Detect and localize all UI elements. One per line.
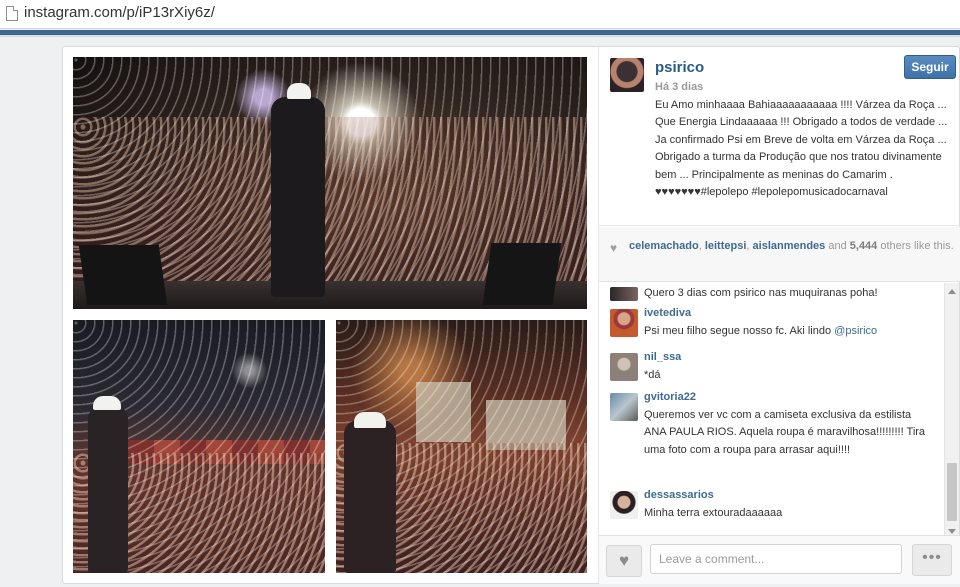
ellipsis-icon: ••• — [922, 549, 942, 566]
caption-tags[interactable]: #lepolepo #lepolepomusicadocarnaval — [701, 186, 888, 198]
photo-crowd-left — [73, 320, 325, 573]
comments-list[interactable]: Quero 3 dias com psirico nas muquiranas … — [599, 283, 944, 523]
post-time[interactable]: Há 3 dias — [655, 81, 703, 93]
like-user[interactable]: aislanmendes — [753, 240, 826, 252]
address-bar[interactable]: instagram.com/p/iP13rXiy6z/ — [0, 0, 960, 29]
performer-cap — [93, 396, 121, 410]
comment-item: ivetediva Psi meu filho segue nosso fc. … — [610, 307, 935, 349]
comment-text: *dá — [644, 369, 661, 381]
divider — [599, 281, 960, 282]
photo-crowd-right — [336, 320, 587, 573]
likes-count[interactable]: 5,444 — [850, 240, 878, 252]
scroll-up-icon[interactable] — [948, 289, 956, 294]
like-user[interactable]: celemachado — [629, 240, 699, 252]
likes-text: celemachado, leittepsi, aislanmendes and… — [629, 239, 954, 254]
comment-input[interactable] — [650, 544, 902, 574]
more-options-button[interactable]: ••• — [912, 544, 952, 576]
performer — [88, 405, 128, 573]
heart-small-icon: ♥ — [610, 241, 618, 255]
comment-username[interactable]: ivetediva — [644, 307, 691, 319]
caption-text: Eu Amo minhaaaa Bahiaaaaaaaaaaa !!!! Vár… — [655, 99, 948, 199]
comment-avatar[interactable] — [610, 491, 638, 519]
comment-item: gvitoria22 Queremos ver vc com a camiset… — [610, 391, 935, 483]
comment-username[interactable]: gvitoria22 — [644, 391, 696, 403]
url-text[interactable]: instagram.com/p/iP13rXiy6z/ — [24, 4, 215, 21]
performer-cap — [354, 412, 386, 428]
comment-avatar[interactable] — [610, 393, 638, 421]
comment-avatar[interactable] — [610, 309, 638, 337]
likes-and: and — [825, 240, 850, 252]
likes-suffix: others like this. — [877, 240, 954, 252]
comment-mention[interactable]: @psirico — [834, 325, 877, 337]
post-caption: Eu Amo minhaaaa Bahiaaaaaaaaaaa !!!! Vár… — [655, 97, 953, 201]
comment-footer: ♥ ••• — [599, 535, 960, 584]
comment-text: Queremos ver vc com a camiseta exclusiva… — [644, 409, 926, 456]
like-user[interactable]: leittepsi — [705, 240, 747, 252]
heart-icon: ♥ — [618, 551, 630, 570]
comment-item: dessassarios Minha terra extouradaaaaaa — [610, 489, 935, 523]
comment-username[interactable]: dessassarios — [644, 489, 714, 501]
comment-item: Quero 3 dias com psirico nas muquiranas … — [610, 287, 935, 305]
header-shadow — [0, 35, 960, 37]
speaker-right — [482, 243, 562, 305]
comments-scrollbar[interactable] — [944, 283, 959, 540]
photo-stage-performance — [73, 57, 587, 309]
post-photo-collage[interactable] — [73, 57, 589, 573]
comment-avatar[interactable] — [610, 287, 638, 301]
post-card: psirico Há 3 dias Seguir Eu Amo minhaaaa… — [62, 46, 960, 584]
comment-text: Quero 3 dias com psirico nas muquiranas … — [644, 287, 878, 299]
performer — [344, 420, 396, 573]
comment-body: Psi meu filho segue nosso fc. Aki lindo — [644, 325, 835, 337]
post-sidebar: psirico Há 3 dias Seguir Eu Amo minhaaaa… — [598, 47, 960, 584]
scroll-down-icon[interactable] — [948, 529, 956, 534]
comment-item: nil_ssa *dá — [610, 351, 935, 393]
page-icon — [6, 6, 18, 21]
likes-section: ♥ celemachado, leittepsi, aislanmendes a… — [599, 227, 960, 281]
comment-avatar[interactable] — [610, 353, 638, 381]
comment-username[interactable]: nil_ssa — [644, 351, 681, 363]
comment-text: Minha terra extouradaaaaaa — [644, 507, 783, 519]
scroll-thumb[interactable] — [947, 463, 957, 521]
speaker-left — [78, 245, 168, 305]
divider — [599, 225, 960, 226]
performer — [271, 97, 325, 297]
like-button[interactable]: ♥ — [606, 545, 642, 577]
comment-text: Psi meu filho segue nosso fc. Aki lindo … — [644, 323, 934, 340]
post-username[interactable]: psirico — [655, 59, 704, 76]
follow-button[interactable]: Seguir — [904, 55, 956, 79]
performer-cap — [287, 83, 311, 99]
avatar[interactable] — [610, 58, 644, 92]
